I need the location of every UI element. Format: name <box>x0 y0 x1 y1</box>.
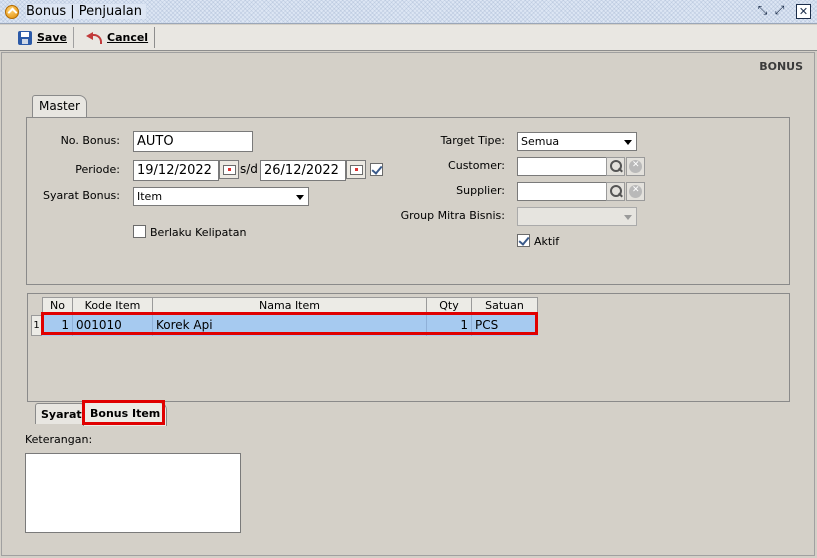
syarat-bonus-value: Item <box>137 190 163 203</box>
chevron-down-icon <box>624 140 632 145</box>
syarat-bonus-label: Syarat Bonus: <box>43 189 120 202</box>
page-label: BONUS <box>759 60 803 73</box>
target-tipe-value: Semua <box>521 135 560 148</box>
save-button[interactable]: Save <box>12 27 74 48</box>
periode-checkbox[interactable] <box>370 163 383 176</box>
undo-arrow-icon <box>86 31 102 45</box>
berlaku-kelipatan-label: Berlaku Kelipatan <box>150 226 247 239</box>
calendar-icon[interactable] <box>346 160 366 179</box>
floppy-disk-icon <box>18 30 32 45</box>
cancel-label: Cancel <box>107 31 149 44</box>
keterangan-label: Keterangan: <box>25 433 93 446</box>
berlaku-kelipatan-checkbox[interactable] <box>133 225 146 238</box>
tab-syarat-label: Syarat <box>41 408 82 421</box>
window-title: Bonus | Penjualan <box>26 4 147 19</box>
target-tipe-select[interactable]: Semua <box>517 132 637 151</box>
periode-label: Periode: <box>75 163 120 176</box>
periode-to-field[interactable]: 26/12/2022 <box>260 160 346 181</box>
periode-from-field[interactable]: 19/12/2022 <box>133 160 219 181</box>
app-icon <box>5 5 19 19</box>
chevron-down-icon <box>624 215 632 220</box>
group-mitra-label: Group Mitra Bisnis: <box>400 209 505 222</box>
tab-highlight-box <box>82 400 165 425</box>
save-label: Save <box>37 31 67 44</box>
no-bonus-label: No. Bonus: <box>60 134 120 147</box>
clear-icon[interactable] <box>626 182 645 201</box>
tab-master-label: Master <box>39 99 80 113</box>
syarat-bonus-select[interactable]: Item <box>133 187 309 206</box>
keterangan-textarea[interactable] <box>25 453 241 533</box>
supplier-field[interactable] <box>517 182 607 201</box>
clear-icon[interactable] <box>626 157 645 176</box>
tab-syarat[interactable]: Syarat <box>35 403 88 424</box>
title-bar: Bonus | Penjualan ⤡ ⤢ ✕ <box>0 0 817 24</box>
tab-master[interactable]: Master <box>32 95 87 118</box>
row-highlight-box <box>41 312 538 335</box>
close-icon[interactable]: ✕ <box>796 4 811 19</box>
no-bonus-field[interactable]: AUTO <box>133 131 253 152</box>
customer-field[interactable] <box>517 157 607 176</box>
restore-icon[interactable]: ⤡ <box>755 4 770 19</box>
maximize-icon[interactable]: ⤢ <box>772 4 787 19</box>
supplier-label: Supplier: <box>456 184 505 197</box>
group-mitra-select[interactable] <box>517 207 637 226</box>
cancel-button[interactable]: Cancel <box>80 27 156 48</box>
bonus-item-grid: No Kode Item Nama Item Qty Satuan 1 1 00… <box>27 293 790 402</box>
periode-separator: s/d <box>240 162 258 176</box>
aktif-checkbox[interactable] <box>517 234 530 247</box>
aktif-label: Aktif <box>534 235 560 248</box>
toolbar: Save Cancel <box>0 25 817 51</box>
chevron-down-icon <box>296 195 304 200</box>
search-icon[interactable] <box>606 182 625 201</box>
search-icon[interactable] <box>606 157 625 176</box>
target-tipe-label: Target Tipe: <box>440 134 505 147</box>
customer-label: Customer: <box>448 159 505 172</box>
calendar-icon[interactable] <box>219 160 239 179</box>
